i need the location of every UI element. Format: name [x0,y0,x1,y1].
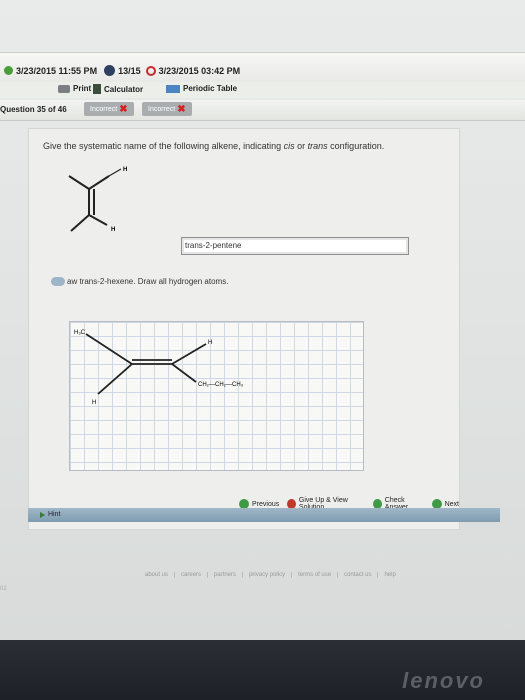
drawing-canvas[interactable]: H₃C H CH₂—CH₂—CH₃ H [69,321,364,471]
h-top-label: H [123,167,127,173]
footer-help[interactable]: help [384,572,401,578]
draw-instruction: aw trans-2-hexene. Draw all hydrogen ato… [51,277,228,286]
alkene-structure: H H [68,167,127,233]
hexene-drawing: H₃C H CH₂—CH₂—CH₃ H [74,330,244,406]
score: 13/15 [118,65,141,76]
printer-icon [58,84,70,93]
h3c-label: H₃C [74,330,86,336]
footer-careers[interactable]: careers [181,572,209,578]
print-button[interactable]: Print [58,84,91,93]
left-mark: 02 [0,586,7,592]
print-label: Print [73,84,92,93]
footer-links: about us careers partners privacy policy… [145,572,402,578]
h-top-label: H [208,340,212,346]
submitted-date: 3/23/2015 03:42 PM [158,65,241,76]
question-text: Give the systematic name of the followin… [43,141,385,151]
due-date: 3/23/2015 11:55 PM [16,65,98,76]
clock-icon [4,66,13,75]
assignment-info: 3/23/2015 11:55 PM 13/15 3/23/2015 03:42… [4,65,240,76]
hint-button[interactable]: Hint [40,511,60,518]
h-bottom-label: H [92,400,96,406]
monitor-bezel: lenovo [0,640,525,700]
question-panel: Give the systematic name of the followin… [28,128,460,530]
attempt-2[interactable]: Incorrect ✖ [142,102,192,116]
x-icon: ✖ [177,103,186,115]
pencil-icon [51,277,65,286]
footer-contact[interactable]: contact us [344,572,379,578]
attempt-1[interactable]: Incorrect ✖ [84,102,134,116]
answer-input[interactable]: trans-2-pentene [181,237,409,255]
footer-partners[interactable]: partners [214,572,244,578]
h-bottom-label: H [111,227,115,233]
periodic-table-icon [166,84,180,93]
refresh-icon [145,65,156,76]
chain-label: CH₂—CH₂—CH₃ [198,382,244,388]
periodic-table-label: Periodic Table [183,84,238,93]
question-number: Question 35 of 46 [0,105,67,114]
hint-bar: Hint [28,508,500,522]
browser-screen: 3/23/2015 11:55 PM 13/15 3/23/2015 03:42… [0,0,525,640]
brand-logo: lenovo [402,668,485,693]
footer-terms[interactable]: terms of use [298,572,339,578]
assignment-info-bar: 3/23/2015 11:55 PM 13/15 3/23/2015 03:42… [0,52,525,84]
toolbar: Print Calculator Periodic Table [0,82,525,98]
x-icon: ✖ [119,103,128,115]
calculator-button[interactable]: Calculator [93,84,143,94]
score-icon [104,65,116,76]
periodic-table-button[interactable]: Periodic Table [166,84,237,93]
footer-privacy[interactable]: privacy policy [249,572,293,578]
calculator-icon [93,84,101,94]
expand-arrow-icon [40,511,45,518]
footer-about[interactable]: about us [145,572,176,578]
question-bar: Question 35 of 46 Incorrect ✖ Incorrect … [0,100,525,121]
calculator-label: Calculator [104,84,144,94]
